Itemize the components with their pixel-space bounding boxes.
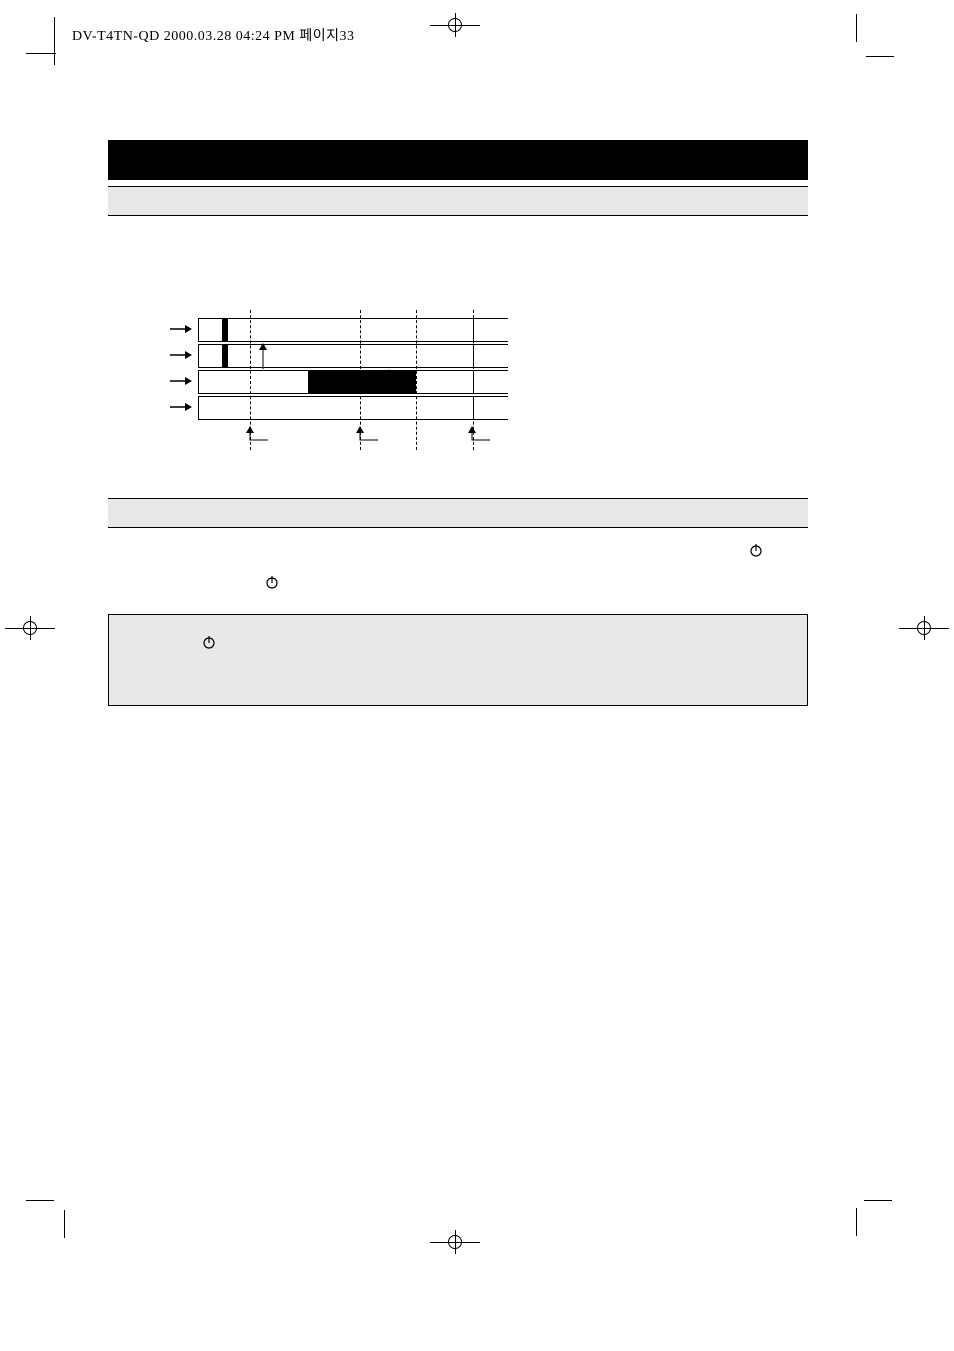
- arrow-up-left-icon: [244, 426, 268, 447]
- section-heading-a: [108, 186, 808, 216]
- arrow-right-icon: [170, 347, 192, 365]
- power-icon: [748, 542, 764, 558]
- header-tick-v: [54, 17, 55, 65]
- power-icon: [201, 634, 217, 650]
- arrow-up-left-icon: [466, 426, 490, 447]
- diagram-track: [198, 370, 508, 394]
- header-tick-h: [26, 53, 56, 54]
- title-bar: [108, 140, 808, 180]
- power-icon: [264, 574, 280, 590]
- registration-mark-bottom: [448, 1235, 462, 1249]
- diagram-track: [198, 396, 508, 420]
- timing-diagram: [198, 318, 508, 458]
- body-above-diagram: [108, 228, 808, 268]
- arrow-right-icon: [170, 399, 192, 417]
- page-body: [108, 140, 808, 706]
- registration-mark-top: [448, 18, 462, 32]
- arrow-right-icon: [170, 321, 192, 339]
- section-heading-b: [108, 498, 808, 528]
- registration-mark-right: [917, 621, 931, 635]
- registration-mark-left: [23, 621, 37, 635]
- note-box: [108, 614, 808, 706]
- diagram-track: [198, 318, 508, 342]
- print-header: DV-T4TN-QD 2000.03.28 04:24 PM 페이지33: [72, 25, 354, 45]
- body-paragraph-b: [108, 540, 808, 600]
- arrow-right-icon: [170, 373, 192, 391]
- arrow-up-left-icon: [354, 426, 378, 447]
- arrow-up-icon: [384, 369, 394, 392]
- diagram-track: [198, 344, 508, 368]
